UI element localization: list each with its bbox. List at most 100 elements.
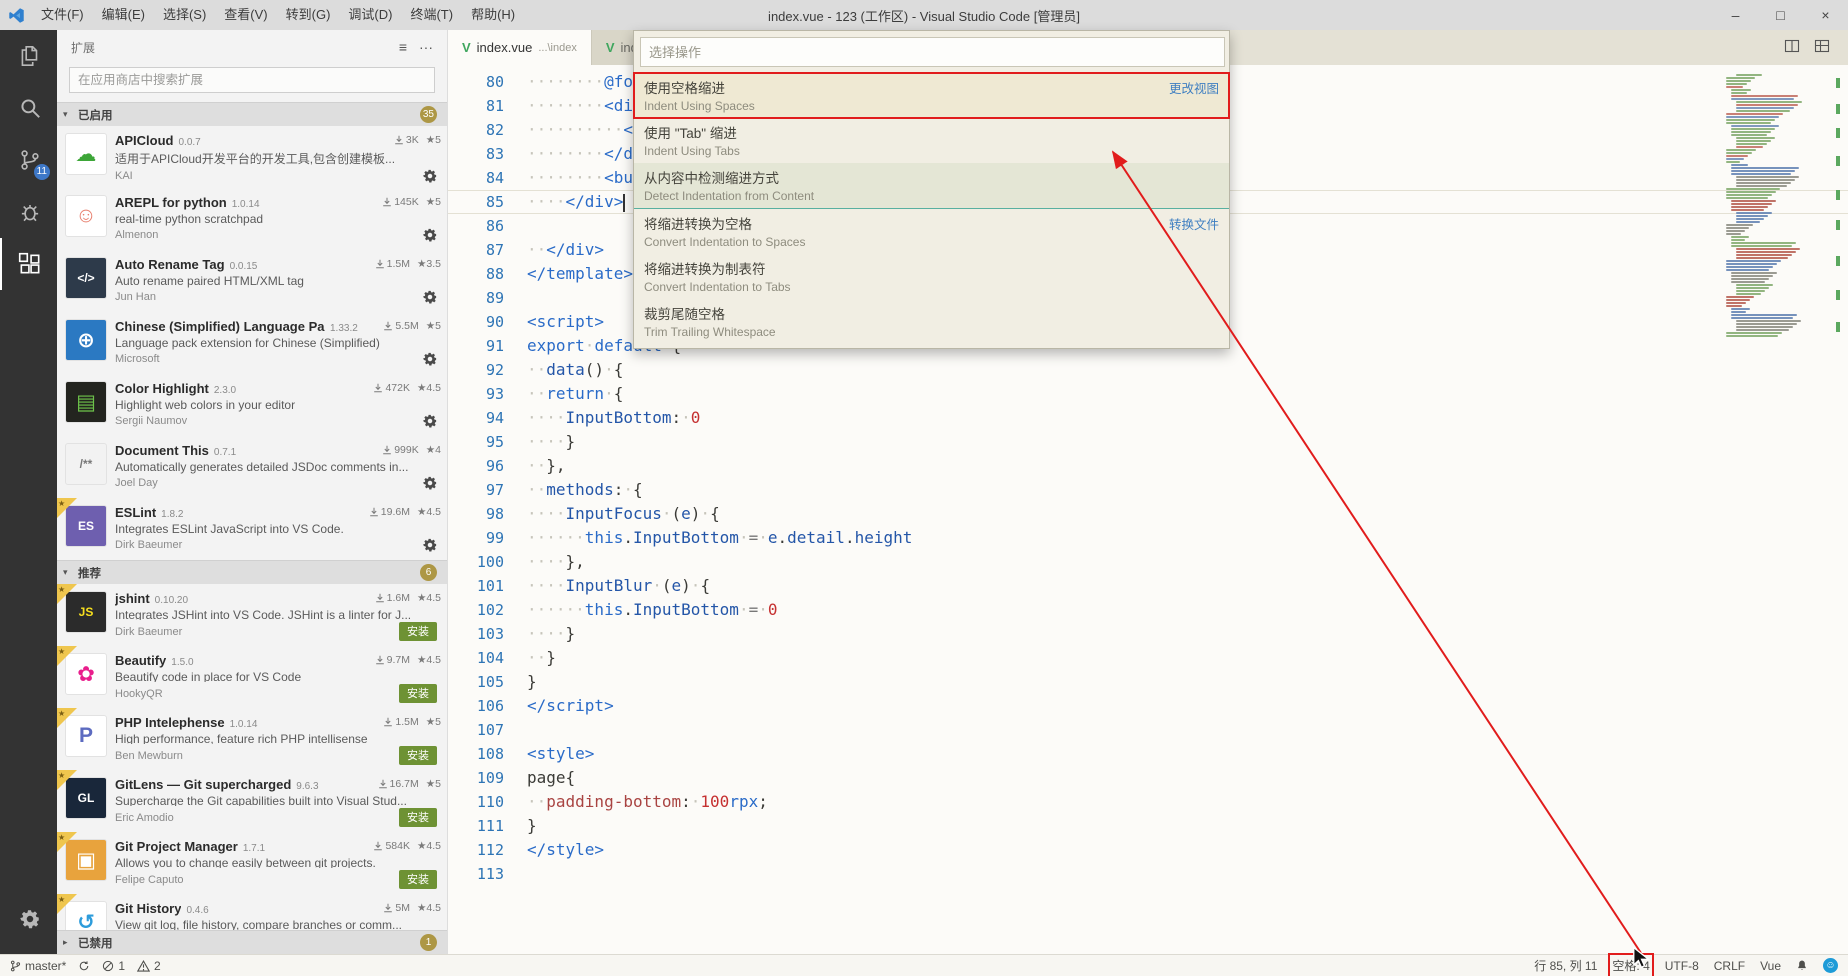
extension-version: 1.33.2 xyxy=(330,323,358,334)
extensions-section-header[interactable]: ▸ 已禁用 1 xyxy=(57,930,447,954)
install-button[interactable]: 安装 xyxy=(399,870,437,889)
menu-item[interactable]: 帮助(H) xyxy=(462,0,524,30)
extension-settings-gear-icon[interactable] xyxy=(423,538,437,552)
install-button[interactable]: 安装 xyxy=(399,746,437,765)
statusbar-language-mode[interactable]: Vue xyxy=(1760,959,1781,973)
quick-pick-item[interactable]: 裁剪尾随空格 Trim Trailing Whitespace xyxy=(634,299,1229,344)
menu-item[interactable]: 调试(D) xyxy=(339,0,401,30)
activity-extensions-icon[interactable] xyxy=(0,238,57,290)
more-actions-icon[interactable]: ··· xyxy=(419,39,433,55)
statusbar-sync[interactable] xyxy=(78,960,90,972)
extension-item[interactable]: ★ ✿ Beautify 1.5.0 9.7M ★4.5 Beautify code in … xyxy=(57,646,447,708)
statusbar-indentation[interactable]: 空格: 4 xyxy=(1608,953,1654,976)
extension-settings-gear-icon[interactable] xyxy=(423,290,437,304)
rating-stat: ★5 xyxy=(425,778,441,790)
extension-item[interactable]: ☺ AREPL for python 1.0.14 145K ★5 real-time p… xyxy=(57,188,447,250)
extension-settings-gear-icon[interactable] xyxy=(423,228,437,242)
line-number: 97 xyxy=(485,481,504,499)
extension-item[interactable]: ★ JS jshint 0.10.20 1.6M ★4.5 Integrates JSHin… xyxy=(57,584,447,646)
recommended-ribbon-icon: ★ xyxy=(57,584,77,604)
extension-title-row: Chinese (Simplified) Language Pa... 1.33.… xyxy=(115,319,441,334)
settings-gear-icon[interactable] xyxy=(0,894,57,946)
extension-item[interactable]: ★ ES ESLint 1.8.2 19.6M ★4.5 Integrates ESLint… xyxy=(57,498,447,560)
overview-ruler-mark xyxy=(1836,256,1840,266)
menu-item[interactable]: 转到(G) xyxy=(277,0,340,30)
statusbar-eol[interactable]: CRLF xyxy=(1714,959,1745,973)
activity-search-icon[interactable] xyxy=(0,82,57,134)
extension-item[interactable]: </> Auto Rename Tag 0.0.15 1.5M ★3.5 Auto ren… xyxy=(57,250,447,312)
quick-pick-item[interactable]: 将缩进转换为空格 转换文件 Convert Indentation to Space… xyxy=(634,208,1229,254)
statusbar-errors[interactable]: 1 xyxy=(102,959,125,973)
minimap-line xyxy=(1726,113,1783,115)
quick-pick-group-label: 更改视图 xyxy=(1168,81,1219,96)
sidebar-actions: ≡ ··· xyxy=(399,39,433,55)
menu-item[interactable]: 文件(F) xyxy=(32,0,93,30)
activity-debug-icon[interactable] xyxy=(0,186,57,238)
sync-icon xyxy=(78,960,90,972)
statusbar-git-branch[interactable]: master* xyxy=(10,959,66,973)
minimap-line xyxy=(1736,218,1764,220)
install-button[interactable]: 安装 xyxy=(399,808,437,827)
quick-pick-item-label: 将缩进转换为空格 xyxy=(644,217,752,232)
quick-pick-item-detail: Convert Indentation to Tabs xyxy=(644,280,791,294)
extension-item[interactable]: ★ ▣ Git Project Manager 1.7.1 584K ★4.5 Allows… xyxy=(57,832,447,894)
extension-item[interactable]: /** Document This 0.7.1 999K ★4 Automatically… xyxy=(57,436,447,498)
extension-stats: 19.6M ★4.5 xyxy=(369,506,441,518)
quick-pick-item[interactable]: 使用空格缩进 更改视图 Indent Using Spaces xyxy=(633,72,1230,119)
extensions-search-input[interactable] xyxy=(69,67,435,93)
extension-settings-gear-icon[interactable] xyxy=(423,352,437,366)
extensions-section-header[interactable]: ▾ 推荐 6 xyxy=(57,560,447,584)
statusbar-warnings[interactable]: 2 xyxy=(137,959,161,973)
quick-pick-input[interactable] xyxy=(640,37,1225,67)
extension-item[interactable]: ⊕ Chinese (Simplified) Language Pa... 1.33… xyxy=(57,312,447,374)
extension-title-row: Auto Rename Tag 0.0.15 1.5M ★3.5 xyxy=(115,257,441,272)
maximize-button[interactable]: □ xyxy=(1758,0,1803,30)
extension-author: Microsoft xyxy=(115,353,160,365)
extension-item[interactable]: ★ ↺ Git History 0.4.6 5M ★4.5 View git log, fi… xyxy=(57,894,447,930)
extension-item[interactable]: ☁ APICloud 0.0.7 3K ★5 适用于APICloud开发平台的开发工具,包… xyxy=(57,126,447,188)
line-text: </style> xyxy=(527,840,605,859)
statusbar-notifications[interactable] xyxy=(1796,959,1808,972)
menu-item[interactable]: 查看(V) xyxy=(215,0,276,30)
install-button[interactable]: 安装 xyxy=(399,684,437,703)
quick-pick-item[interactable]: 从内容中检测缩进方式 Detect Indentation from Conten… xyxy=(634,163,1229,208)
rating-stat: ★4 xyxy=(425,444,441,456)
split-editor-icon[interactable] xyxy=(1784,38,1800,57)
minimize-button[interactable]: – xyxy=(1713,0,1758,30)
minimap-line xyxy=(1731,128,1775,130)
extension-item[interactable]: ★ P PHP Intelephense 1.0.14 1.5M ★5 High perfo… xyxy=(57,708,447,770)
extension-item[interactable]: ▤ Color Highlight 2.3.0 472K ★4.5 Highlight w… xyxy=(57,374,447,436)
line-number: 100 xyxy=(476,553,504,571)
line-text: } xyxy=(527,816,537,835)
minimap-line xyxy=(1726,332,1782,334)
overview-ruler-mark xyxy=(1836,128,1840,138)
minimap[interactable] xyxy=(1722,70,1822,910)
menu-item[interactable]: 终端(T) xyxy=(401,0,462,30)
recommended-ribbon-icon: ★ xyxy=(57,770,77,790)
downloads-count: 1.5M xyxy=(395,716,419,728)
minimap-line xyxy=(1726,152,1752,154)
extension-settings-gear-icon[interactable] xyxy=(423,169,437,183)
extension-settings-gear-icon[interactable] xyxy=(423,414,437,428)
line-text: ········@foc xyxy=(527,72,643,91)
editor-tab[interactable]: Vindex.vue ...\index xyxy=(448,30,592,65)
quick-pick-item[interactable]: 将缩进转换为制表符 Convert Indentation to Tabs xyxy=(634,254,1229,299)
install-button[interactable]: 安装 xyxy=(399,622,437,641)
statusbar-cursor-position[interactable]: 行 85, 列 11 xyxy=(1534,957,1597,974)
quick-pick-item[interactable]: 使用 "Tab" 缩进 Indent Using Tabs xyxy=(634,118,1229,163)
activity-source-control-icon[interactable]: 11 xyxy=(0,134,57,186)
statusbar-encoding[interactable]: UTF-8 xyxy=(1665,959,1699,973)
extension-settings-gear-icon[interactable] xyxy=(423,476,437,490)
extension-item[interactable]: ★ GL GitLens — Git supercharged 9.6.3 16.7M ★… xyxy=(57,770,447,832)
statusbar-feedback[interactable]: ☺ xyxy=(1823,958,1838,973)
close-button[interactable]: × xyxy=(1803,0,1848,30)
editor-layout-icon[interactable] xyxy=(1814,38,1830,57)
extension-author: Jun Han xyxy=(115,291,156,303)
menu-item[interactable]: 编辑(E) xyxy=(93,0,154,30)
activity-explorer-icon[interactable] xyxy=(0,30,57,82)
downloads-stat: 999K xyxy=(382,444,419,456)
filter-icon[interactable]: ≡ xyxy=(399,39,407,55)
extensions-section-header[interactable]: ▾ 已启用 35 xyxy=(57,102,447,126)
menu-item[interactable]: 选择(S) xyxy=(154,0,215,30)
extension-stats: 5.5M ★5 xyxy=(383,320,441,332)
